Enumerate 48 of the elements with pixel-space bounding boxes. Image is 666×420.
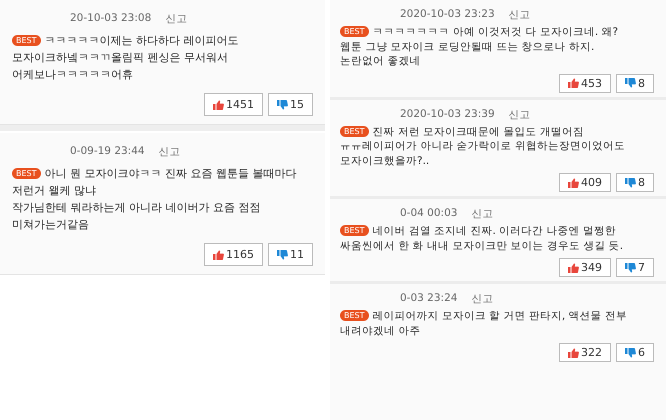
report-link[interactable]: 신고	[471, 292, 494, 306]
thumbs-up-icon	[568, 78, 579, 88]
comment-text: BEST 레이피어까지 모자이크 할 거면 판타지, 액션물 전부 내려야겠네 아주	[340, 309, 628, 338]
best-badge: BEST	[340, 225, 369, 236]
comment-text: BEST 진짜 저런 모자이크때문에 몰입도 개떨어짐 ㅠㅠ레이피어가 아니라 숟가락이로 위협하는장면이었어도 모자이크했을까?..	[340, 124, 626, 168]
comment-date: 0-09-19 23:44	[70, 145, 145, 159]
report-link[interactable]: 신고	[508, 108, 531, 122]
dislike-button[interactable]: 6	[616, 343, 654, 362]
like-button[interactable]: 1451	[204, 93, 263, 116]
dislike-button[interactable]: 8	[616, 173, 654, 192]
best-badge: BEST	[340, 310, 369, 321]
dislike-button[interactable]: 8	[616, 74, 654, 92]
thumbs-down-icon	[625, 348, 636, 358]
best-badge: BEST	[12, 168, 41, 179]
thumbs-up-icon	[568, 178, 579, 188]
comment-date: 20-10-03 23:08	[70, 12, 152, 26]
best-badge: BEST	[340, 126, 369, 136]
thumbs-down-icon	[625, 262, 636, 272]
comment-text: BEST ㅋㅋㅋㅋㅋ이제는 하다하다 레이피어도 모자이크하넼ㅋㅋㄲ올림픽 펜싱은 무서워서 어케보나ㅋㅋㅋㅋㅋ어휴	[12, 33, 240, 83]
report-link[interactable]: 신고	[508, 8, 531, 22]
dislike-button[interactable]: 11	[268, 243, 313, 266]
comment-text: BEST ㅋㅋㅋㅋㅋㅋㅋ 아예 이것저것 다 모자이크네. 왜? 웹툰 그냥 모자이크 로딩안될때 뜨는 창으로나 하지. 논란없어 좋겠네	[340, 25, 620, 68]
comment-date: 0-04 00:03	[400, 207, 458, 221]
thumbs-down-icon	[625, 178, 636, 188]
like-button[interactable]: 453	[559, 74, 611, 92]
thumbs-up-icon	[568, 262, 579, 272]
thumbs-down-icon	[277, 250, 288, 260]
like-button[interactable]: 409	[559, 173, 611, 192]
dislike-button[interactable]: 15	[268, 93, 313, 116]
thumbs-up-icon	[568, 348, 579, 358]
report-link[interactable]: 신고	[165, 12, 188, 26]
like-button[interactable]: 1165	[204, 243, 263, 266]
thumbs-down-icon	[277, 100, 288, 110]
thumbs-up-icon	[213, 100, 224, 110]
comment-date: 0-03 23:24	[400, 292, 458, 306]
like-button[interactable]: 322	[559, 343, 611, 362]
best-badge: BEST	[340, 26, 369, 37]
comment-text: BEST 네이버 검열 조지네 진짜. 이러다간 나중엔 멀쩡한 싸움씬에서 한 화 내내 모자이크만 보이는 경우도 생길 듯.	[340, 224, 624, 253]
comment-date: 2020-10-03 23:39	[400, 108, 495, 122]
report-link[interactable]: 신고	[158, 145, 181, 159]
dislike-button[interactable]: 7	[616, 258, 654, 277]
thumbs-up-icon	[213, 250, 224, 260]
comment-text: BEST 아니 뭔 모자이크야ㅋㅋ 진짜 요즘 웹툰들 볼때마다 저런거 왤케 많냐 작가님한테 뭐라하는게 아니라 네이버가 요즘 점점 미쳐가는거같음	[12, 166, 298, 233]
best-badge: BEST	[12, 35, 41, 46]
thumbs-down-icon	[625, 78, 636, 88]
like-button[interactable]: 349	[559, 258, 611, 277]
report-link[interactable]: 신고	[471, 207, 494, 221]
comment-date: 2020-10-03 23:23	[400, 8, 495, 22]
